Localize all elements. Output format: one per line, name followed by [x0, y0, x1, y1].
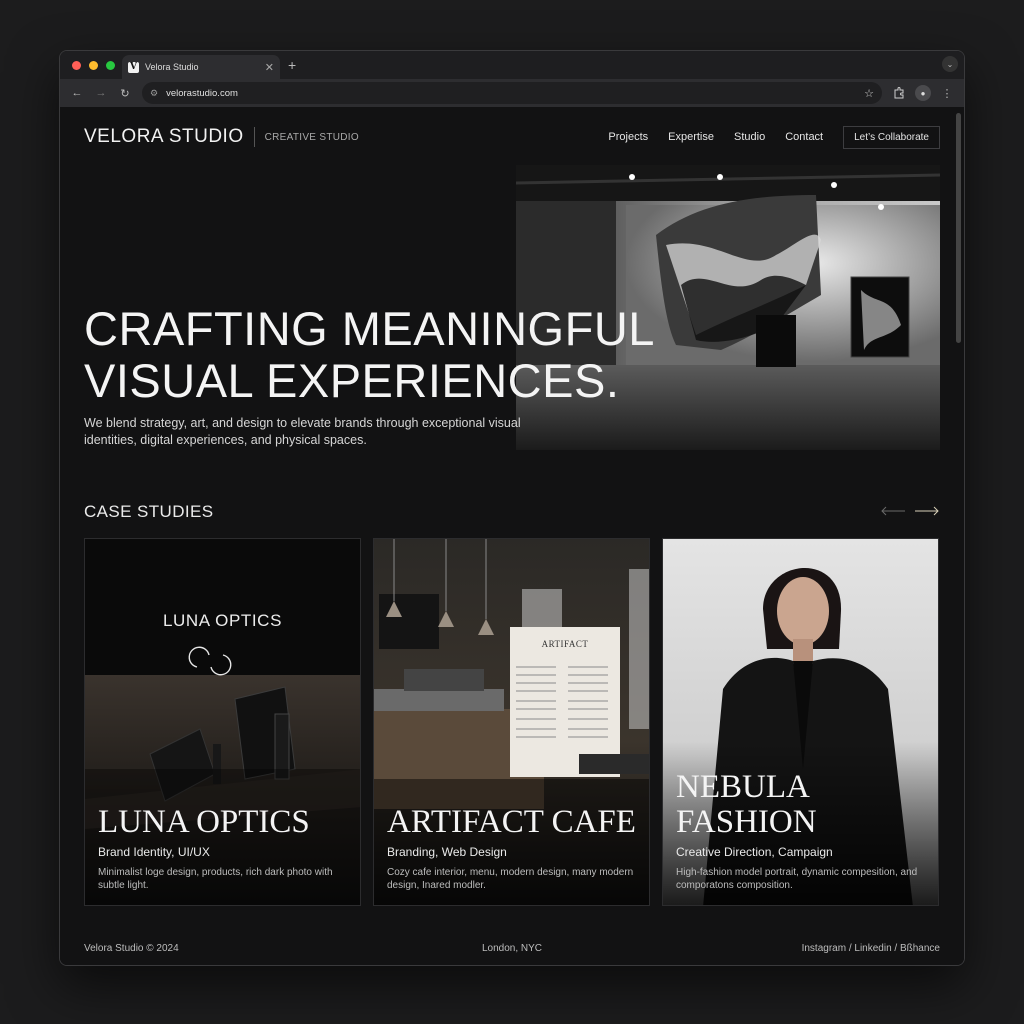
site-footer: Velora Studio © 2024 London, NYC Instagr…	[84, 943, 940, 957]
site-header: VELORA STUDIO CREATIVE STUDIO Projects E…	[84, 122, 940, 152]
footer-social-links[interactable]: Instagram / Linkedin / Bßhance	[802, 943, 940, 954]
main-nav: Projects Expertise Studio Contact Let’s …	[608, 125, 940, 149]
card-title: NEBULA FASHION	[676, 770, 817, 840]
minimize-window-button[interactable]	[89, 60, 98, 70]
hero-headline-line-2: VISUAL EXPERIENCES.	[84, 354, 620, 407]
collaborate-button[interactable]: Let’s Collaborate	[843, 125, 940, 149]
nav-projects[interactable]: Projects	[608, 131, 648, 143]
extensions-puzzle-icon[interactable]	[888, 82, 910, 104]
browser-toolbar: ← → ↻ ⚙ velorastudio.com ☆ ● ⋮	[60, 79, 964, 107]
bookmark-star-icon[interactable]: ☆	[864, 87, 874, 100]
card-title-line-2: FASHION	[676, 804, 817, 840]
luna-logo-text: LUNA OPTICS	[162, 611, 283, 630]
card-title: ARTIFACT CAFE	[387, 804, 636, 840]
tab-close-icon[interactable]: ✕	[265, 61, 274, 74]
card-title-line-1: NEBULA	[676, 769, 810, 805]
case-studies-grid: LUNA OPTICS LUNA OPTICS Brand Identity, …	[84, 538, 940, 906]
forward-arrow-icon[interactable]: →	[90, 82, 112, 104]
site-favicon-icon: V	[128, 61, 139, 73]
window-controls	[60, 60, 122, 70]
hero-headline-line-1: CRAFTING MEANINGFUL	[84, 302, 655, 355]
close-window-button[interactable]	[72, 60, 81, 70]
nav-contact[interactable]: Contact	[785, 131, 823, 143]
tab-title: Velora Studio	[145, 62, 199, 72]
case-card-nebula-fashion[interactable]: NEBULA FASHION Creative Direction, Campa…	[662, 538, 939, 906]
nav-expertise[interactable]: Expertise	[668, 131, 714, 143]
carousel-prev-arrow-icon[interactable]	[880, 505, 906, 517]
reload-icon[interactable]: ↻	[114, 82, 136, 104]
card-description: Minimalist loge design, products, rich d…	[98, 867, 333, 891]
brand-tagline: CREATIVE STUDIO	[264, 131, 359, 143]
browser-tab[interactable]: V Velora Studio ✕	[122, 55, 280, 79]
hero-description: We blend strategy, art, and design to el…	[84, 416, 521, 447]
website: VELORA STUDIO CREATIVE STUDIO Projects E…	[60, 107, 964, 965]
case-card-luna-optics[interactable]: LUNA OPTICS LUNA OPTICS Brand Identity, …	[84, 538, 361, 906]
carousel-arrows	[880, 505, 940, 517]
browser-menu-icon[interactable]: ⋮	[936, 82, 958, 104]
tab-search-chevron-icon[interactable]: ⌄	[942, 56, 958, 72]
page-scrollbar[interactable]	[956, 113, 961, 343]
hero-headline: CRAFTING MEANINGFUL VISUAL EXPERIENCES.	[84, 303, 724, 407]
case-studies-heading: CASE STUDIES	[84, 502, 214, 521]
nav-studio[interactable]: Studio	[734, 131, 765, 143]
card-description: High-fashion model portrait, dynamic com…	[676, 867, 918, 891]
brand-logo[interactable]: VELORA STUDIO	[84, 126, 244, 148]
logo-divider	[253, 127, 255, 147]
profile-avatar-icon[interactable]: ●	[912, 82, 934, 104]
browser-window: V Velora Studio ✕ + ⌄ ← → ↻ ⚙ velorastud…	[59, 50, 965, 966]
card-tags: Brand Identity, UI/UX	[98, 845, 210, 859]
carousel-next-arrow-icon[interactable]	[914, 505, 940, 517]
address-bar[interactable]: ⚙ velorastudio.com ☆	[142, 82, 882, 104]
card-description: Cozy cafe interior, menu, modern design,…	[387, 867, 634, 891]
address-url[interactable]: velorastudio.com	[166, 88, 856, 99]
card-tags: Branding, Web Design	[387, 845, 507, 859]
tab-strip: V Velora Studio ✕ + ⌄	[60, 51, 964, 79]
back-arrow-icon[interactable]: ←	[66, 82, 88, 104]
site-settings-icon[interactable]: ⚙	[150, 88, 158, 99]
menu-board-title: ARTIFACT	[541, 639, 589, 649]
maximize-window-button[interactable]	[106, 60, 115, 70]
card-title: LUNA OPTICS	[98, 804, 310, 840]
menu-lines	[516, 666, 608, 738]
new-tab-icon[interactable]: +	[288, 57, 296, 73]
case-card-artifact-cafe[interactable]: ARTIFACT ARTIFACT CAFE Branding, Web Des…	[373, 538, 650, 906]
card-tags: Creative Direction, Campaign	[676, 845, 833, 859]
